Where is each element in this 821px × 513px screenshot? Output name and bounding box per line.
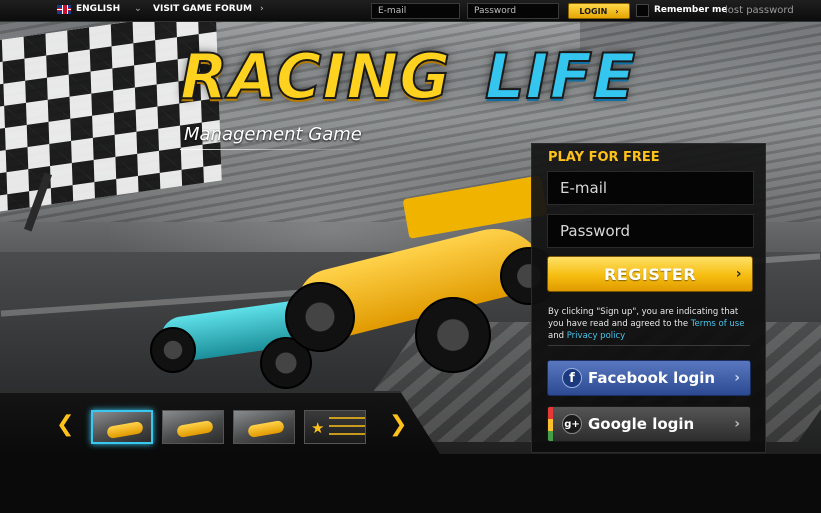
logo-subtitle: Management Game — [184, 124, 362, 145]
chevron-right-icon: › — [735, 266, 742, 282]
terms-and-text: and — [548, 331, 567, 341]
divider — [548, 345, 750, 346]
privacy-policy-link[interactable]: Privacy policy — [567, 331, 626, 341]
remember-me-checkbox[interactable] — [636, 4, 649, 17]
register-button-label: REGISTER — [603, 264, 697, 284]
footer — [0, 454, 821, 513]
google-login-label: Google login — [588, 415, 695, 433]
login-button-label: LOGIN — [579, 6, 608, 16]
chevron-left-icon[interactable]: ❮ — [56, 412, 74, 437]
terms-of-use-link[interactable]: Terms of use — [691, 319, 745, 329]
trophy-icon: ★ — [311, 419, 325, 437]
signup-password-input[interactable] — [547, 214, 754, 248]
chevron-right-icon: › — [734, 370, 740, 386]
logo-life-text: LIFE — [484, 39, 637, 114]
thumbnail-1[interactable] — [91, 410, 153, 444]
yellow-race-car — [255, 175, 575, 377]
language-label: ENGLISH — [76, 4, 121, 14]
register-button[interactable]: REGISTER › — [547, 256, 753, 292]
logo-racing-text: RACING — [179, 39, 452, 114]
google-color-stripe — [548, 407, 553, 441]
signup-email-input[interactable] — [547, 171, 754, 205]
signup-panel: PLAY FOR FREE REGISTER › By clicking "Si… — [531, 143, 766, 453]
top-bar: ENGLISH ⌄ VISIT GAME FORUM › LOGIN › Rem… — [0, 0, 821, 22]
login-button[interactable]: LOGIN › — [568, 3, 630, 19]
facebook-login-button[interactable]: f Facebook login › — [547, 360, 751, 396]
facebook-icon: f — [562, 368, 582, 388]
uk-flag-icon — [57, 4, 71, 14]
login-password-input[interactable] — [467, 3, 559, 19]
language-selector[interactable]: ENGLISH ⌄ — [57, 4, 142, 14]
google-plus-icon: g+ — [562, 414, 582, 434]
subtitle-underline — [180, 149, 370, 150]
game-logo: RACING LIFE — [179, 39, 660, 130]
login-email-input[interactable] — [371, 3, 460, 19]
remember-me-label[interactable]: Remember me — [654, 5, 728, 15]
forum-link[interactable]: VISIT GAME FORUM › — [153, 4, 264, 14]
forum-link-label: VISIT GAME FORUM — [153, 4, 252, 14]
thumbnail-2[interactable] — [162, 410, 224, 444]
chevron-right-icon[interactable]: ❯ — [389, 412, 407, 437]
chevron-right-icon: › — [260, 4, 264, 14]
facebook-login-label: Facebook login — [588, 369, 716, 387]
lost-password-link[interactable]: lost password — [725, 5, 794, 16]
terms-notice: By clicking "Sign up", you are indicatin… — [548, 306, 754, 342]
chevron-down-icon: ⌄ — [134, 4, 142, 14]
signup-title: PLAY FOR FREE — [548, 150, 660, 165]
chevron-right-icon: › — [615, 6, 619, 16]
chevron-right-icon: › — [734, 416, 740, 432]
thumbnail-4[interactable]: ★ — [304, 410, 366, 444]
google-login-button[interactable]: g+ Google login › — [547, 406, 751, 442]
thumbnail-text-lines — [329, 417, 365, 441]
thumbnail-3[interactable] — [233, 410, 295, 444]
